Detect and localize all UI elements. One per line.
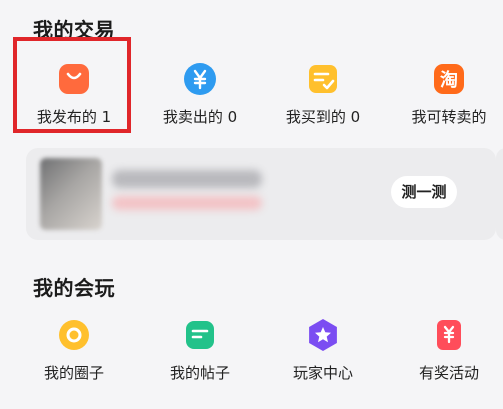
- highlight-box: [13, 37, 131, 133]
- test-button[interactable]: 测一测: [391, 176, 457, 208]
- checked-document-icon: [306, 62, 340, 96]
- yen-coin-icon: [183, 62, 217, 96]
- grid-item-circle[interactable]: 我的圈子: [14, 318, 134, 383]
- grid-item-bought[interactable]: 我买到的 0: [263, 62, 383, 127]
- circle-ring-icon: [57, 318, 91, 352]
- svg-text:淘: 淘: [440, 69, 458, 91]
- star-badge-icon: [306, 318, 340, 352]
- tao-resell-icon: 淘: [432, 62, 466, 96]
- blurred-subtitle: [112, 196, 262, 210]
- grid-item-label: 我买到的 0: [285, 108, 361, 126]
- grid-item-prize-activity[interactable]: 有奖活动: [389, 318, 503, 383]
- section-title-play: 我的会玩: [33, 276, 115, 300]
- grid-item-resell[interactable]: 淘 我可转卖的: [389, 62, 503, 127]
- post-note-icon: [183, 318, 217, 352]
- grid-item-label: 玩家中心: [292, 364, 353, 382]
- grid-item-sold[interactable]: 我卖出的 0: [140, 62, 260, 127]
- product-thumbnail: [40, 158, 102, 230]
- prize-yen-icon: [432, 318, 466, 352]
- grid-item-label: 我卖出的 0: [162, 108, 238, 126]
- recommendation-card[interactable]: 测一测: [26, 148, 496, 240]
- next-card-edge[interactable]: [496, 148, 503, 240]
- grid-item-posts[interactable]: 我的帖子: [140, 318, 260, 383]
- grid-item-label: 我的圈子: [43, 364, 104, 382]
- grid-item-player-center[interactable]: 玩家中心: [263, 318, 383, 383]
- grid-item-label: 有奖活动: [418, 364, 479, 382]
- grid-item-label: 我可转卖的: [411, 108, 487, 126]
- blurred-title: [112, 170, 262, 188]
- grid-item-label: 我的帖子: [169, 364, 230, 382]
